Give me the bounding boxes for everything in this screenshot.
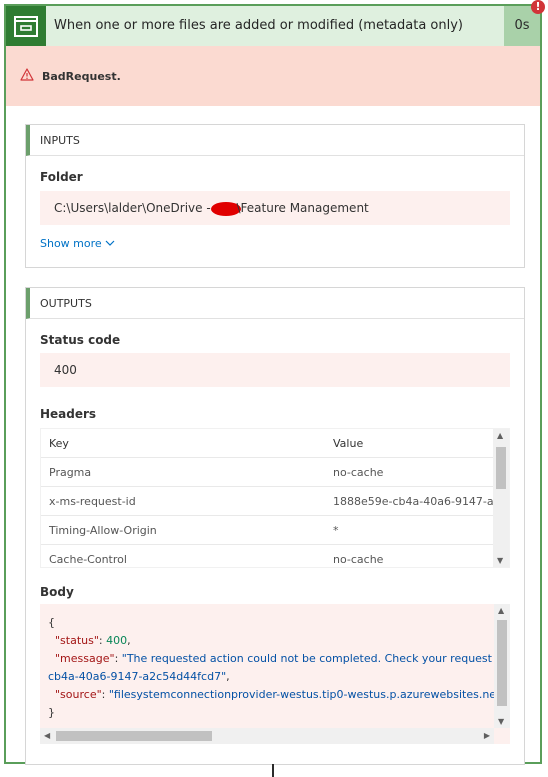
- status-code-value: 400: [40, 353, 510, 387]
- json-key-source: "source": [55, 688, 102, 701]
- json-key-status: "status": [55, 634, 99, 647]
- scroll-down-arrow-icon[interactable]: ▼: [498, 717, 504, 726]
- table-row: Cache-Control no-cache: [41, 545, 495, 567]
- scroll-up-arrow-icon[interactable]: ▲: [497, 431, 503, 440]
- chevron-down-icon: [105, 237, 115, 250]
- json-value-message-cont: cb4a-40a6-9147-a2c54d44fcd7": [48, 670, 227, 683]
- scroll-left-arrow-icon[interactable]: ◀: [44, 731, 50, 740]
- outputs-header: OUTPUTS: [26, 288, 524, 319]
- headers-label: Headers: [40, 407, 97, 421]
- body-vertical-scrollbar[interactable]: ▲ ▼: [494, 604, 510, 728]
- header-key: Timing-Allow-Origin: [49, 524, 157, 537]
- inputs-header: INPUTS: [26, 125, 524, 156]
- show-more-label: Show more: [40, 237, 102, 250]
- json-key-message: "message": [55, 652, 115, 665]
- table-row: Pragma no-cache: [41, 458, 495, 487]
- folder-path-suffix: \Feature Management: [236, 201, 369, 215]
- scroll-right-arrow-icon[interactable]: ▶: [484, 731, 490, 740]
- error-message: BadRequest.: [42, 70, 121, 83]
- action-card: When one or more files are added or modi…: [4, 4, 542, 765]
- warning-icon: [20, 68, 34, 84]
- folder-label: Folder: [40, 170, 83, 184]
- headers-scrollbar[interactable]: ▲ ▼: [493, 429, 509, 567]
- status-code-label: Status code: [40, 333, 121, 347]
- header-value: no-cache: [333, 553, 384, 566]
- folder-value: C:\Users\lalder\OneDrive - \Feature Mana…: [40, 191, 510, 225]
- scroll-up-arrow-icon[interactable]: ▲: [498, 606, 504, 615]
- column-header-value: Value: [333, 437, 364, 450]
- body-label: Body: [40, 585, 74, 599]
- folder-path-prefix: C:\Users\lalder\OneDrive -: [54, 201, 215, 215]
- table-row: Timing-Allow-Origin *: [41, 516, 495, 545]
- scrollbar-thumb[interactable]: [496, 447, 506, 489]
- header-value: no-cache: [333, 466, 384, 479]
- scrollbar-thumb[interactable]: [497, 620, 507, 706]
- header-key: Pragma: [49, 466, 92, 479]
- action-title: When one or more files are added or modi…: [54, 18, 463, 33]
- header-value: 1888e59e-cb4a-40a6-9147-a2...: [333, 495, 510, 508]
- table-header-row: Key Value: [41, 429, 495, 458]
- body-json: { "status": 400, "message": "The request…: [48, 614, 510, 722]
- scrollbar-thumb[interactable]: [56, 731, 212, 741]
- onedrive-connector-icon: [6, 6, 46, 46]
- error-indicator-icon: !: [531, 0, 545, 14]
- outputs-section: OUTPUTS Status code 400 Headers Key Valu…: [25, 287, 525, 765]
- header-key: Cache-Control: [49, 553, 127, 566]
- json-close-brace: }: [48, 706, 55, 719]
- column-header-key: Key: [49, 437, 69, 450]
- body-value: { "status": 400, "message": "The request…: [40, 604, 510, 744]
- table-row: x-ms-request-id 1888e59e-cb4a-40a6-9147-…: [41, 487, 509, 516]
- headers-table: Key Value Pragma no-cache x-ms-request-i…: [40, 428, 510, 568]
- header-value: *: [333, 524, 339, 537]
- body-horizontal-scrollbar[interactable]: ◀ ▶: [40, 728, 494, 744]
- show-more-link[interactable]: Show more: [40, 237, 115, 250]
- error-banner: BadRequest.: [6, 46, 540, 106]
- json-value-message: "The requested action could not be compl…: [121, 652, 510, 665]
- scroll-down-arrow-icon[interactable]: ▼: [497, 556, 503, 565]
- inputs-section: INPUTS Folder C:\Users\lalder\OneDrive -…: [25, 124, 525, 268]
- json-open-brace: {: [48, 616, 55, 629]
- action-header[interactable]: When one or more files are added or modi…: [6, 6, 540, 46]
- json-value-source: "filesystemconnectionprovider-westus.tip…: [108, 688, 506, 701]
- flow-connector-line: [272, 764, 274, 777]
- json-value-status: 400: [106, 634, 128, 647]
- header-key: x-ms-request-id: [49, 495, 136, 508]
